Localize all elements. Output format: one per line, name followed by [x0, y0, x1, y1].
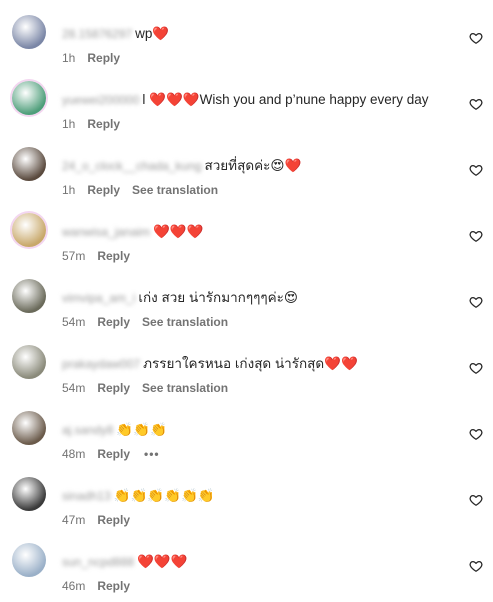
comment-text: l ❤️❤️❤️Wish you and p’nune happy every …: [142, 92, 429, 107]
avatar[interactable]: [12, 15, 46, 49]
comment-body: sun_ncpd888 ❤️❤️❤️: [62, 553, 188, 571]
comment-username[interactable]: sinadh13: [62, 487, 111, 505]
comment-body: vimvipa_am_i เก่ง สวย น่ารักมากๆๆๆค่ะ😍: [62, 289, 298, 307]
comment-timestamp: 1h: [62, 117, 76, 131]
comment-item: yuewei200000 l ❤️❤️❤️Wish you and p’nune …: [0, 71, 493, 137]
reply-button[interactable]: Reply: [97, 381, 130, 395]
comment-item: prakaydaw007 ภรรยาใครหนอ เก่งสุด น่ารักสุ…: [0, 335, 493, 401]
comment-meta: 1h Reply: [62, 51, 132, 65]
avatar[interactable]: [12, 279, 46, 313]
avatar[interactable]: [12, 543, 46, 577]
like-heart-icon[interactable]: [469, 97, 483, 111]
reply-button[interactable]: Reply: [97, 513, 130, 527]
comment-username[interactable]: 24_o_clock__chada_kung: [62, 157, 201, 175]
comment-meta: 48m Reply •••: [62, 447, 160, 461]
reply-button[interactable]: Reply: [97, 579, 130, 593]
comment-text: ❤️❤️❤️: [153, 224, 204, 239]
comment-body: prakaydaw007 ภรรยาใครหนอ เก่งสุด น่ารักสุ…: [62, 355, 358, 373]
reply-button[interactable]: Reply: [97, 447, 130, 461]
comment-body: sinadh13 👏👏👏👏👏👏: [62, 487, 215, 505]
comment-meta: 57m Reply: [62, 249, 142, 263]
comment-body: 28.15876297 wp❤️: [62, 25, 169, 43]
comment-timestamp: 1h: [62, 183, 76, 197]
comment-text: เก่ง สวย น่ารักมากๆๆๆค่ะ😍: [138, 290, 298, 305]
comment-username[interactable]: wanwisa_janaim: [62, 223, 150, 241]
more-options-button[interactable]: •••: [144, 447, 160, 461]
comment-body: aj.sandy8 👏👏👏: [62, 421, 167, 439]
comment-text: ภรรยาใครหนอ เก่งสุด น่ารักสุด❤️❤️: [143, 356, 358, 371]
reply-button[interactable]: Reply: [97, 315, 130, 329]
avatar[interactable]: [12, 345, 46, 379]
like-heart-icon[interactable]: [469, 229, 483, 243]
comment-username[interactable]: aj.sandy8: [62, 421, 113, 439]
comment-item: sun_ncpd888 ❤️❤️❤️ 46m Reply: [0, 533, 493, 599]
comments-list: 28.15876297 wp❤️ 1h Reply yuewei200000 l ❤️❤️…: [0, 0, 493, 602]
reply-button[interactable]: Reply: [97, 249, 130, 263]
comment-username[interactable]: 28.15876297: [62, 25, 132, 43]
see-translation-button[interactable]: See translation: [132, 183, 218, 197]
avatar[interactable]: [12, 213, 46, 247]
see-translation-button[interactable]: See translation: [142, 381, 228, 395]
comment-timestamp: 1h: [62, 51, 76, 65]
comment-item: 24_o_clock__chada_kung สวยที่สุดค่ะ😍❤️ 1h R…: [0, 137, 493, 203]
reply-button[interactable]: Reply: [87, 117, 120, 131]
like-heart-icon[interactable]: [469, 163, 483, 177]
see-translation-button[interactable]: See translation: [142, 315, 228, 329]
comment-text: สวยที่สุดค่ะ😍❤️: [204, 158, 302, 173]
comment-body: yuewei200000 l ❤️❤️❤️Wish you and p’nune …: [62, 91, 428, 109]
comment-item: sinadh13 👏👏👏👏👏👏 47m Reply: [0, 467, 493, 533]
avatar[interactable]: [12, 81, 46, 115]
comment-username[interactable]: yuewei200000: [62, 91, 139, 109]
avatar[interactable]: [12, 411, 46, 445]
comment-timestamp: 54m: [62, 315, 86, 329]
comment-username[interactable]: prakaydaw007: [62, 355, 140, 373]
like-heart-icon[interactable]: [469, 493, 483, 507]
comment-meta: 46m Reply: [62, 579, 142, 593]
comment-meta: 1h Reply See translation: [62, 183, 218, 197]
comment-meta: 1h Reply: [62, 117, 132, 131]
like-heart-icon[interactable]: [469, 361, 483, 375]
like-heart-icon[interactable]: [469, 427, 483, 441]
like-heart-icon[interactable]: [469, 559, 483, 573]
comment-item: 28.15876297 wp❤️ 1h Reply: [0, 5, 493, 71]
comment-timestamp: 47m: [62, 513, 86, 527]
comment-body: wanwisa_janaim ❤️❤️❤️: [62, 223, 203, 241]
comment-username[interactable]: vimvipa_am_i: [62, 289, 135, 307]
comment-body: 24_o_clock__chada_kung สวยที่สุดค่ะ😍❤️: [62, 157, 301, 175]
comment-username[interactable]: sun_ncpd888: [62, 553, 134, 571]
comment-timestamp: 54m: [62, 381, 86, 395]
like-heart-icon[interactable]: [469, 295, 483, 309]
comment-timestamp: 46m: [62, 579, 86, 593]
comment-item: vimvipa_am_i เก่ง สวย น่ารักมากๆๆๆค่ะ😍 54m…: [0, 269, 493, 335]
reply-button[interactable]: Reply: [87, 51, 120, 65]
like-heart-icon[interactable]: [469, 31, 483, 45]
comment-text: ❤️❤️❤️: [137, 554, 188, 569]
avatar[interactable]: [12, 477, 46, 511]
reply-button[interactable]: Reply: [87, 183, 120, 197]
comment-item: aj.sandy8 👏👏👏 48m Reply •••: [0, 401, 493, 467]
comment-text: 👏👏👏👏👏👏: [113, 488, 215, 503]
comment-text: 👏👏👏: [116, 422, 167, 437]
comment-text: wp❤️: [135, 26, 170, 41]
comment-timestamp: 48m: [62, 447, 86, 461]
avatar[interactable]: [12, 147, 46, 181]
comment-meta: 54m Reply See translation: [62, 315, 228, 329]
comment-item: wanwisa_janaim ❤️❤️❤️ 57m Reply: [0, 203, 493, 269]
comment-meta: 54m Reply See translation: [62, 381, 228, 395]
comment-meta: 47m Reply: [62, 513, 142, 527]
comment-timestamp: 57m: [62, 249, 86, 263]
